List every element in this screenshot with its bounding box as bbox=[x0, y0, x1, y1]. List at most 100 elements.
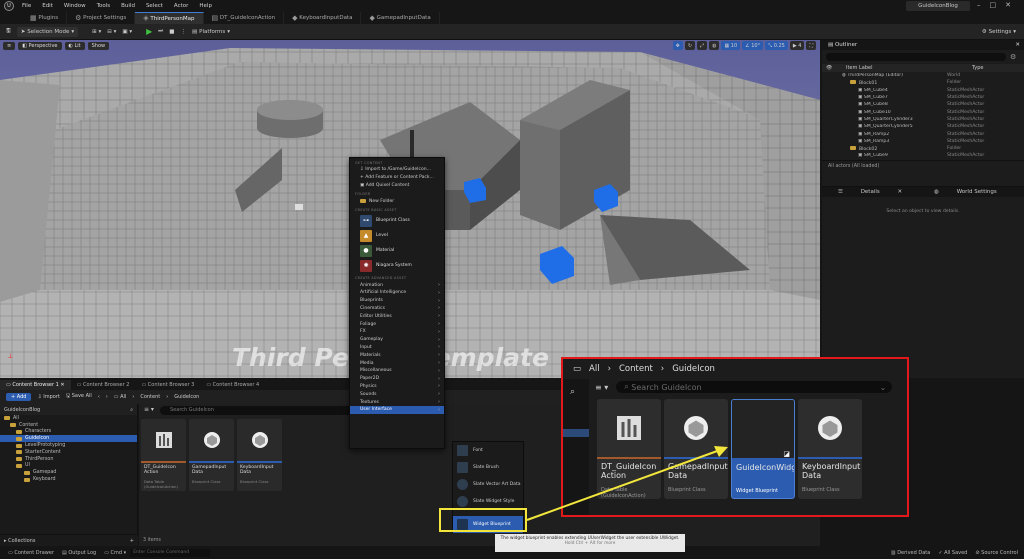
menu-item-foliage[interactable]: Foliage › bbox=[350, 320, 444, 328]
output-log-button[interactable]: ▤ Output Log bbox=[62, 550, 96, 556]
tree-root-label[interactable]: GuideIconBlog bbox=[4, 407, 40, 413]
menu-window[interactable]: Window bbox=[64, 3, 86, 9]
menu-item-add-feature[interactable]: + Add Feature or Content Pack... bbox=[350, 174, 444, 182]
step-icon[interactable]: ⏭ bbox=[158, 28, 163, 35]
tree-item-selected[interactable]: GuideIcon bbox=[0, 435, 137, 443]
source-control-button[interactable]: ⊘ Source Control bbox=[975, 550, 1018, 556]
outliner-row[interactable]: ▣ SM_Cube4 StaticMeshActor bbox=[822, 87, 1024, 94]
outliner-row[interactable]: ▣ SM_Cube9 StaticMeshActor bbox=[822, 152, 1024, 159]
selection-mode-button[interactable]: ➤ Selection Mode ▾ bbox=[16, 26, 79, 37]
menu-item-input[interactable]: Input › bbox=[350, 344, 444, 352]
stop-icon[interactable]: ■ bbox=[169, 29, 174, 35]
zoom-search-input[interactable]: ⌕ Search GuideIcon ⌄ bbox=[616, 381, 893, 393]
zoom-asset-tile[interactable]: GamepadInput Data Blueprint Class bbox=[664, 399, 728, 499]
search-icon[interactable]: ⌕ bbox=[130, 407, 133, 413]
menu-item-editor-utilities[interactable]: Editor Utilities › bbox=[350, 312, 444, 320]
menu-item-media[interactable]: Media › bbox=[350, 359, 444, 367]
menu-item-material[interactable]: ● Material bbox=[350, 243, 444, 258]
menu-file[interactable]: File bbox=[22, 3, 31, 9]
menu-item-fx[interactable]: FX › bbox=[350, 328, 444, 336]
save-icon[interactable]: 🖫 bbox=[6, 27, 11, 36]
tree-item[interactable]: LevelPrototyping bbox=[0, 442, 137, 449]
import-button[interactable]: ⇩ Import bbox=[37, 394, 59, 400]
menu-item-cinematics[interactable]: Cinematics › bbox=[350, 305, 444, 313]
close-icon[interactable]: ✕ bbox=[1015, 42, 1020, 48]
console-command-input[interactable]: Enter Console Command bbox=[130, 549, 211, 557]
menu-item-physics[interactable]: Physics › bbox=[350, 383, 444, 391]
minimize-icon[interactable]: – bbox=[977, 1, 990, 9]
zoom-asset-tile[interactable]: KeyboardInput Data Blueprint Class bbox=[798, 399, 862, 499]
submenu-item-font[interactable]: Font bbox=[453, 442, 523, 459]
outliner-row[interactable]: ▣ SM_QuarterCylinder3 StaticMeshActor bbox=[822, 116, 1024, 123]
outliner-row[interactable]: ▣ SM_Cube7 StaticMeshActor bbox=[822, 94, 1024, 101]
back-icon[interactable]: ‹ bbox=[98, 394, 100, 400]
column-item-label[interactable]: Item Label bbox=[832, 65, 972, 71]
zoom-asset-tile[interactable]: DT_GuideIcon Action Data Table (GuideIco… bbox=[597, 399, 661, 499]
tree-item[interactable]: All bbox=[0, 415, 137, 422]
outliner-row[interactable]: ▣ SM_Cube8 StaticMeshActor bbox=[822, 101, 1024, 108]
menu-select[interactable]: Select bbox=[146, 3, 163, 9]
tab-project-settings[interactable]: ⚙ Project Settings bbox=[67, 12, 136, 24]
forward-icon[interactable]: › bbox=[106, 394, 108, 400]
perspective-button[interactable]: ◧ Perspective bbox=[18, 42, 62, 50]
menu-item-ai[interactable]: Artificial Intelligence › bbox=[350, 289, 444, 297]
unreal-logo-icon[interactable]: U bbox=[4, 1, 14, 11]
maximize-viewport-icon[interactable]: ⛶ bbox=[806, 41, 816, 50]
menu-item-materials[interactable]: Materials › bbox=[350, 351, 444, 359]
tree-item[interactable]: Content bbox=[0, 422, 137, 429]
menu-item-level[interactable]: ▲ Level bbox=[350, 228, 444, 243]
rotate-icon[interactable]: ↻ bbox=[684, 41, 696, 50]
menu-item-user-interface[interactable]: User Interface › bbox=[350, 405, 444, 414]
outliner-row[interactable]: Block02 Folder bbox=[822, 145, 1024, 152]
lit-button[interactable]: ◐ Lit bbox=[64, 42, 85, 50]
tree-item[interactable]: UI bbox=[0, 463, 137, 470]
play-button[interactable]: ▶ bbox=[146, 27, 152, 36]
submenu-item-slate-brush[interactable]: Slate Brush bbox=[453, 459, 523, 476]
submenu-item-slate-vector-art[interactable]: Slate Vector Art Data bbox=[453, 476, 523, 493]
outliner-row[interactable]: ▣ SM_Cube10 StaticMeshActor bbox=[822, 108, 1024, 115]
scale-icon[interactable]: ⤢ bbox=[697, 41, 708, 50]
all-saved-button[interactable]: ✓ All Saved bbox=[938, 550, 967, 556]
menu-item-add-quixel[interactable]: ▣ Add Quixel Content bbox=[350, 182, 444, 190]
world-icon[interactable]: ◍ bbox=[709, 41, 720, 50]
show-button[interactable]: Show bbox=[87, 42, 110, 50]
menu-item-new-folder[interactable]: New Folder bbox=[350, 197, 444, 205]
add-icon[interactable]: + bbox=[130, 538, 134, 544]
menu-item-textures[interactable]: Textures › bbox=[350, 398, 444, 406]
menu-edit[interactable]: Edit bbox=[42, 3, 53, 9]
breadcrumb-content[interactable]: Content bbox=[140, 394, 160, 400]
menu-item-blueprint-class[interactable]: ⊶ Blueprint Class bbox=[350, 213, 444, 228]
outliner-row[interactable]: Block01 Folder bbox=[822, 79, 1024, 86]
close-icon[interactable]: ✕ bbox=[1005, 1, 1020, 9]
menu-help[interactable]: Help bbox=[199, 3, 212, 9]
cmd-button[interactable]: ▭ Cmd ▾ bbox=[104, 550, 126, 556]
scale-snap-button[interactable]: ⤡ 0.25 bbox=[765, 41, 788, 50]
zoom-asset-tile-new-widget[interactable]: ◪ GuideIconWidget Widget Blueprint bbox=[731, 399, 795, 499]
collections-header[interactable]: ▸ Collections + bbox=[0, 534, 138, 546]
settings-icon[interactable]: ⚙ bbox=[1010, 53, 1016, 61]
menu-item-niagara-system[interactable]: ✺ Niagara System bbox=[350, 258, 444, 273]
filter-icon[interactable]: ≡ ▾ bbox=[144, 406, 154, 413]
close-icon[interactable]: ✕ bbox=[890, 189, 911, 195]
outliner-row[interactable]: ▣ SM_Ramp2 StaticMeshActor bbox=[822, 130, 1024, 137]
tree-item[interactable]: Gamepad bbox=[0, 469, 137, 476]
save-all-button[interactable]: 🖫 Save All bbox=[66, 393, 92, 401]
tab-world-settings[interactable]: ◍ World Settings bbox=[918, 189, 1013, 195]
add-button[interactable]: + Add bbox=[6, 393, 32, 401]
outliner-search-input[interactable] bbox=[826, 53, 1006, 61]
column-type[interactable]: Type bbox=[972, 65, 983, 71]
menu-item-blueprints[interactable]: Blueprints › bbox=[350, 297, 444, 305]
menu-build[interactable]: Build bbox=[121, 3, 135, 9]
content-drawer-button[interactable]: ▭ Content Drawer bbox=[8, 550, 54, 556]
play-options-icon[interactable]: ⋮ bbox=[180, 29, 186, 35]
search-icon[interactable]: ⌕ bbox=[570, 387, 589, 397]
zoom-breadcrumb-all[interactable]: All bbox=[589, 364, 600, 374]
menu-actor[interactable]: Actor bbox=[174, 3, 188, 9]
rotation-snap-button[interactable]: ∠ 10° bbox=[742, 41, 764, 50]
viewport-menu-button[interactable]: ≡ bbox=[3, 42, 16, 50]
asset-tile[interactable]: GamepadInput Data Blueprint Class bbox=[189, 419, 234, 491]
tab-gamepadinputdata[interactable]: ◆ GamepadInputData bbox=[361, 12, 440, 24]
menu-item-animation[interactable]: Animation › bbox=[350, 281, 444, 289]
menu-tools[interactable]: Tools bbox=[97, 3, 111, 9]
outliner-row[interactable]: ◍ ThirdPersonMap (Editor) World bbox=[822, 72, 1024, 79]
